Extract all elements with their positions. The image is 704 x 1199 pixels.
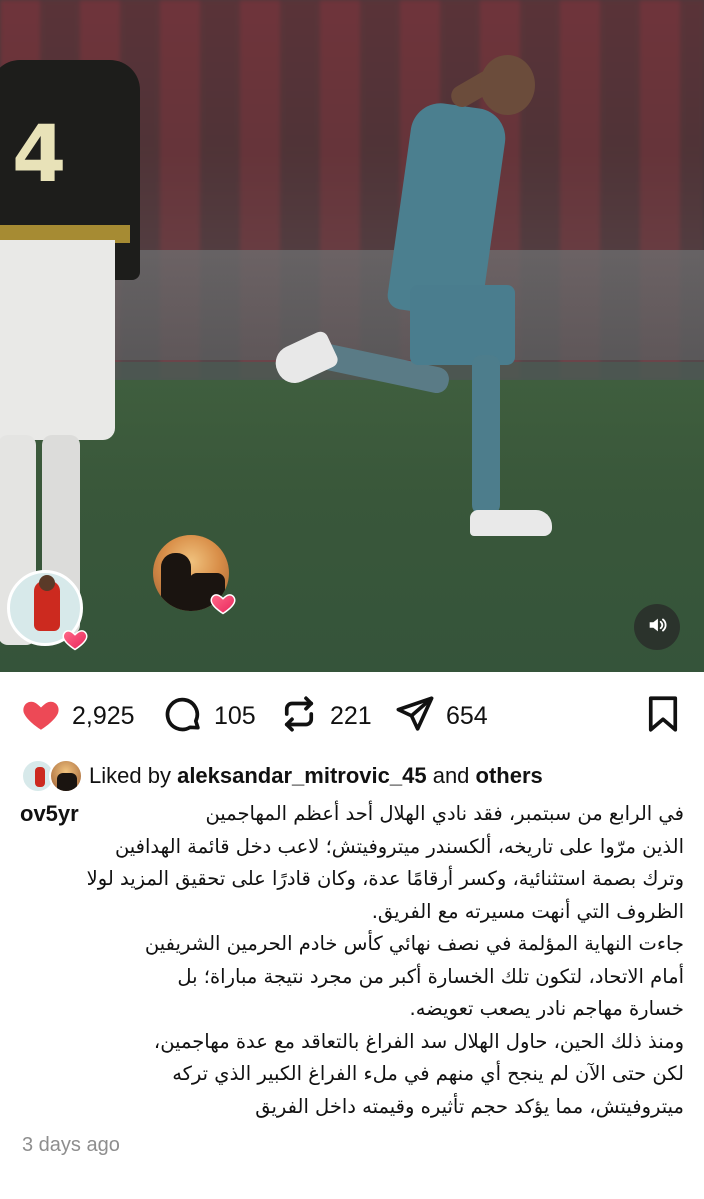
heart-filled-icon [20,693,62,739]
paper-plane-icon [394,693,436,739]
caption-line-5: جاءت النهاية المؤلمة في نصف نهائي كأس خا… [144,932,684,955]
heart-reaction-icon [60,624,90,654]
repost-count: 221 [330,701,372,730]
repost-button[interactable]: 221 [278,690,372,742]
caption-line-4: الظروف التي أنهت مسيرته مع الفريق. [371,899,684,923]
caption-username[interactable]: ov5yr [20,798,79,831]
liked-by-prefix: Liked by [89,763,171,788]
heart-reaction-icon [208,588,238,618]
caption-line-10: ميتروفيتش، مما يؤكد حجم تأثيره وقيمته دا… [255,1094,684,1118]
sound-toggle-button[interactable] [634,604,680,650]
caption-line-7: خسارة مهاجم نادر يصعب تعويضه. [409,997,685,1020]
comment-count: 105 [214,701,256,730]
post-media[interactable]: 4 [0,0,704,672]
comment-button[interactable]: 105 [162,690,256,742]
caption-line-8: ومنذ ذلك الحين، حاول الهلال سد الفراغ با… [153,1029,684,1053]
liked-by-text: Liked by aleksandar_mitrovic_45 and othe… [89,763,543,789]
avatar [49,759,83,793]
caption-line-9: لكن حتى الآن لم ينجح أي منهم في ملء الفر… [172,1062,684,1085]
repost-arrows-icon [278,693,320,739]
caption-line-6: أمام الاتحاد، لتكون تلك الخسارة أكبر من … [177,964,684,988]
caption-text: في الرابع من سبتمبر، فقد نادي الهلال أحد… [205,802,684,825]
caption-line-1: ov5yr في الرابع من سبتمبر، فقد نادي الهل… [20,798,684,831]
like-count: 2,925 [72,701,135,730]
liked-by-joiner: and [432,763,470,788]
share-count: 654 [446,701,488,730]
liked-by-row[interactable]: Liked by aleksandar_mitrovic_45 and othe… [21,758,543,794]
player-main [269,55,570,555]
share-button[interactable]: 654 [394,690,488,742]
comment-bubble-icon [162,693,204,739]
liked-by-user[interactable]: aleksandar_mitrovic_45 [177,763,427,788]
like-button[interactable]: 2,925 [20,690,135,742]
post-timestamp: 3 days ago [22,1134,120,1156]
bookmark-icon [642,693,684,739]
caption-line-3: وترك بصمة استثنائية، وكسر أرقامًا عدة، و… [86,867,684,890]
save-button[interactable] [642,690,684,742]
post-caption: ov5yr في الرابع من سبتمبر، فقد نادي الهل… [20,798,684,1123]
action-bar: 2,925 105 221 654 [0,690,704,742]
caption-line-2: الذين مرّوا على تاريخه، ألكسندر ميتروفيت… [114,834,684,858]
liked-by-others[interactable]: others [476,763,543,788]
liker-avatars [21,759,83,793]
speaker-icon [646,614,668,640]
